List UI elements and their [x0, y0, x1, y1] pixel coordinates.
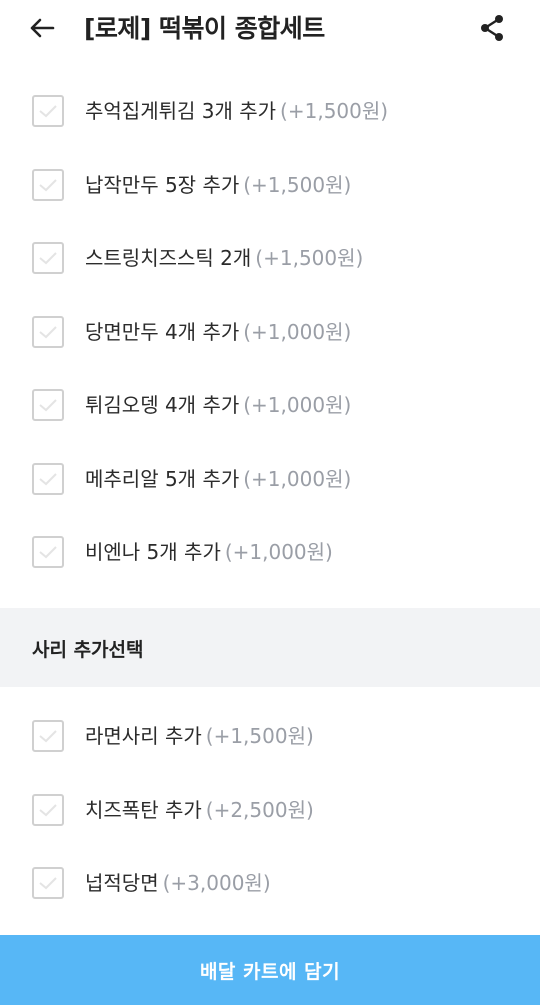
option-text: 라면사리 추가 (+1,500원) — [85, 722, 314, 750]
option-name: 추억집게튀김 3개 추가 — [85, 99, 277, 123]
checkbox[interactable] — [32, 168, 64, 201]
option-row[interactable]: 치즈폭탄 추가 (+2,500원) — [0, 775, 540, 849]
section-title: 사리 추가선택 — [32, 639, 144, 661]
option-name: 비엔나 5개 추가 — [85, 540, 221, 564]
option-price: (+1,000원) — [224, 540, 333, 564]
option-row[interactable]: 스트링치즈스틱 2개 (+1,500원) — [0, 223, 540, 297]
option-row[interactable]: 당면만두 4개 추가 (+1,000원) — [0, 297, 540, 371]
checkbox[interactable] — [32, 389, 64, 421]
option-list-top: 추억집게튀김 3개 추가 (+1,500원) 납작만두 5장 추가 (+1,500원… — [0, 76, 540, 591]
option-name: 넙적당면 — [85, 871, 159, 895]
checkbox[interactable] — [32, 720, 64, 752]
option-row[interactable]: 추억집게튀김 3개 추가 (+1,500원) — [0, 76, 540, 150]
option-price: (+1,000원) — [243, 393, 352, 417]
option-name: 치즈폭탄 추가 — [85, 797, 202, 822]
checkmark-icon — [39, 472, 57, 485]
checkbox[interactable] — [32, 95, 64, 127]
checkbox[interactable] — [32, 315, 64, 348]
arrow-left-icon — [30, 18, 55, 38]
option-text: 치즈폭탄 추가 (+2,500원) — [85, 796, 314, 824]
add-to-cart-label: 배달 카트에 담기 — [199, 960, 341, 983]
checkmark-icon — [39, 546, 57, 559]
checkmark-icon — [39, 252, 57, 265]
checkbox[interactable] — [32, 242, 64, 274]
option-name: 튀김오뎅 4개 추가 — [85, 393, 240, 417]
share-icon — [481, 15, 503, 41]
option-price: (+1,500원) — [280, 99, 389, 123]
option-text: 당면만두 4개 추가 (+1,000원) — [85, 318, 351, 346]
option-row[interactable]: 메추리알 5개 추가 (+1,000원) — [0, 444, 540, 518]
option-text: 추억집게튀김 3개 추가 (+1,500원) — [85, 97, 388, 125]
checkmark-icon — [39, 105, 57, 118]
option-name: 메추리알 5개 추가 — [85, 466, 240, 491]
checkmark-icon — [39, 178, 57, 191]
option-name: 라면사리 추가 — [85, 724, 202, 748]
option-price: (+3,000원) — [162, 871, 271, 895]
option-list-sari: 라면사리 추가 (+1,500원) 치즈폭탄 추가 (+2,500원) 넙적당면 (+… — [0, 701, 540, 922]
option-row[interactable]: 납작만두 5장 추가 (+1,500원) — [0, 150, 540, 224]
checkbox[interactable] — [32, 867, 64, 899]
option-name: 스트링치즈스틱 2개 — [85, 246, 252, 270]
option-text: 넙적당면 (+3,000원) — [85, 869, 271, 897]
option-row[interactable]: 비엔나 5개 추가 (+1,000원) — [0, 517, 540, 591]
option-name: 당면만두 4개 추가 — [85, 319, 240, 344]
option-text: 비엔나 5개 추가 (+1,000원) — [85, 538, 333, 566]
option-price: (+1,500원) — [205, 724, 314, 748]
checkmark-icon — [39, 325, 57, 338]
option-text: 메추리알 5개 추가 (+1,000원) — [85, 465, 351, 493]
option-row[interactable]: 넙적당면 (+3,000원) — [0, 848, 540, 922]
option-name: 납작만두 5장 추가 — [85, 172, 240, 197]
checkmark-icon — [39, 730, 57, 743]
page-title: [로제] 떡볶이 종합세트 — [84, 14, 325, 43]
option-row[interactable]: 튀김오뎅 4개 추가 (+1,000원) — [0, 370, 540, 444]
option-price: (+1,000원) — [243, 319, 352, 344]
option-text: 튀김오뎅 4개 추가 (+1,000원) — [85, 391, 351, 419]
option-price: (+1,000원) — [243, 466, 352, 491]
section-header: 사리 추가선택 — [0, 608, 540, 687]
checkmark-icon — [39, 399, 57, 412]
option-price: (+2,500원) — [205, 797, 314, 822]
checkbox[interactable] — [32, 462, 64, 495]
share-button[interactable] — [474, 10, 510, 46]
checkbox[interactable] — [32, 793, 64, 826]
checkmark-icon — [39, 803, 57, 816]
option-text: 납작만두 5장 추가 (+1,500원) — [85, 171, 351, 199]
option-text: 스트링치즈스틱 2개 (+1,500원) — [85, 244, 363, 272]
option-row[interactable]: 라면사리 추가 (+1,500원) — [0, 701, 540, 775]
option-price: (+1,500원) — [255, 246, 364, 270]
option-price: (+1,500원) — [243, 172, 352, 197]
add-to-cart-button[interactable]: 배달 카트에 담기 — [0, 935, 540, 1005]
checkmark-icon — [39, 877, 57, 890]
checkbox[interactable] — [32, 536, 64, 568]
back-button[interactable] — [24, 12, 60, 44]
top-app-bar: [로제] 떡볶이 종합세트 — [0, 0, 540, 58]
